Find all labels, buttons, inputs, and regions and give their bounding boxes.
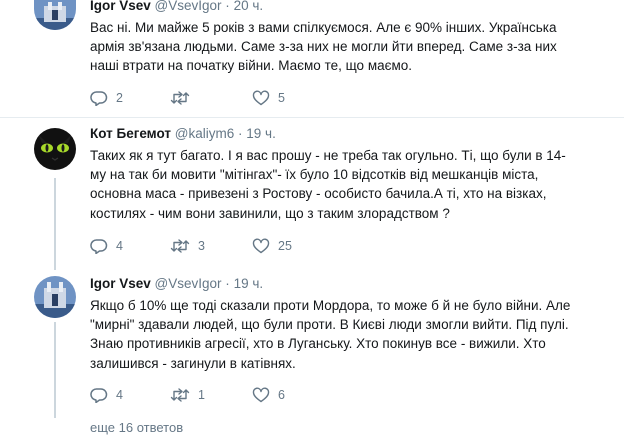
separator-dot: ·	[238, 126, 243, 141]
tweet-text-line: Вас ні. Ми майже 5 років з вами спілкуєм…	[90, 20, 557, 35]
tweet-time[interactable]: 19 ч.	[234, 276, 264, 291]
retweet-icon	[170, 239, 190, 253]
retweet-icon	[170, 388, 190, 402]
tweet-text: Вас ні. Ми майже 5 років з вами спілкуєм…	[90, 18, 600, 76]
tweet-text-line: залишився - загинули в катівнях.	[90, 355, 296, 371]
avatar-image	[34, 0, 76, 30]
tweet[interactable]: Igor Vsev @VsevIgor · 20 ч. Вас ні. Ми м…	[0, 0, 624, 118]
tweet-text-line: костилях - чим вони завинили, що з таким…	[90, 205, 450, 221]
author-handle[interactable]: @VsevIgor	[155, 276, 222, 291]
tweet[interactable]: Igor Vsev @VsevIgor · 19 ч. Якщо б 10% щ…	[0, 270, 624, 420]
like-button[interactable]: 5	[252, 88, 285, 108]
avatar[interactable]	[34, 128, 76, 170]
tweet-time[interactable]: 19 ч.	[246, 126, 276, 141]
reply-count: 4	[116, 239, 123, 253]
avatar-image	[34, 276, 76, 318]
tweet-text-line: "мирні" здавали людей, що були проти. В …	[90, 317, 569, 333]
like-icon	[252, 238, 270, 254]
tweet-text-line: наші втрати на початку війни. Маємо те, …	[90, 58, 413, 74]
reply-button[interactable]: 4	[90, 385, 123, 405]
retweet-count: 3	[198, 239, 205, 253]
author-name[interactable]: Igor Vsev	[90, 276, 151, 291]
reply-count: 4	[116, 388, 123, 402]
like-icon	[252, 90, 270, 106]
retweet-button[interactable]	[170, 88, 198, 108]
like-button[interactable]: 25	[252, 236, 292, 256]
tweet-text: Якщо б 10% ще тоді сказали проти Мордора…	[90, 296, 600, 373]
like-count: 6	[278, 388, 285, 402]
separator-dot: ·	[225, 276, 230, 291]
like-button[interactable]: 6	[252, 385, 285, 405]
retweet-count: 1	[198, 388, 205, 402]
like-count: 5	[278, 91, 285, 105]
avatar[interactable]	[34, 0, 76, 30]
reply-icon	[90, 239, 108, 254]
reply-count: 2	[116, 91, 123, 105]
tweet-text-line: Знаю противників агресії, хто в Луганськ…	[90, 336, 546, 352]
tweet-text-line: армія зв'язана людьми. Саме з-за них не …	[90, 39, 557, 55]
tweet-time[interactable]: 20 ч.	[234, 0, 264, 13]
retweet-button[interactable]: 3	[170, 236, 205, 256]
retweet-icon	[170, 91, 190, 105]
reply-button[interactable]: 4	[90, 236, 123, 256]
tweet-text: Таких як я тут багато. І я вас прошу - н…	[90, 146, 600, 223]
avatar[interactable]	[34, 276, 76, 318]
tweet[interactable]: Кот Бегемот @kaliym6 · 19 ч. Таких як я …	[0, 118, 624, 270]
tweet-header: Igor Vsev @VsevIgor · 19 ч.	[90, 276, 263, 291]
separator-dot: ·	[225, 0, 230, 13]
author-name[interactable]: Igor Vsev	[90, 0, 151, 13]
reply-icon	[90, 388, 108, 403]
tweet-text-line: Якщо б 10% ще тоді сказали проти Мордора…	[90, 298, 571, 313]
reply-button[interactable]: 2	[90, 88, 123, 108]
show-more-replies-link[interactable]: еще 16 ответов	[90, 420, 183, 435]
author-name[interactable]: Кот Бегемот	[90, 126, 171, 141]
tweet-header: Igor Vsev @VsevIgor · 20 ч.	[90, 0, 263, 13]
retweet-button[interactable]: 1	[170, 385, 205, 405]
like-count: 25	[278, 239, 292, 253]
tweet-text-line: Таких як я тут багато. І я вас прошу - н…	[90, 148, 566, 163]
like-icon	[252, 387, 270, 403]
tweet-header: Кот Бегемот @kaliym6 · 19 ч.	[90, 126, 276, 141]
tweet-text-line: основна маса - привезені з Ростову - осо…	[90, 186, 547, 202]
tweet-text-line: му на так би мовити "мітінгах"- їх було …	[90, 167, 539, 183]
avatar-image	[34, 128, 76, 170]
author-handle[interactable]: @kaliym6	[175, 126, 234, 141]
reply-icon	[90, 91, 108, 106]
author-handle[interactable]: @VsevIgor	[155, 0, 222, 13]
